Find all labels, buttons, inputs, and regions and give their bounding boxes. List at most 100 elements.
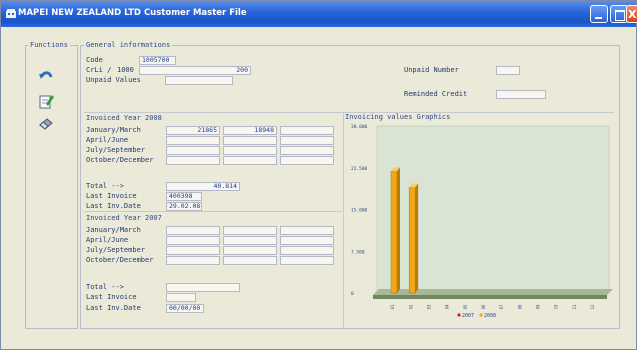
app-icon xyxy=(6,9,16,18)
y2008-total-label: Total --> xyxy=(86,182,124,190)
y2008-q1-col1[interactable]: 21865 xyxy=(166,126,220,135)
x-tick-label: 05 xyxy=(463,304,468,309)
y2008-last-date-field[interactable]: 29.02.08 xyxy=(166,202,202,211)
y2008-q4-label: October/December xyxy=(86,156,154,164)
y2008-q2-label: April/June xyxy=(86,136,129,144)
y2008-q1-label: January/March xyxy=(86,126,141,134)
close-icon: X xyxy=(628,8,637,21)
x-tick-label: 12 xyxy=(590,304,595,309)
functions-legend: Functions xyxy=(28,41,70,49)
legend-label-2008: 2008 xyxy=(484,313,496,319)
year-2008-legend: Invoiced Year 2008 xyxy=(86,114,162,122)
y2007-q4-label: October/December xyxy=(86,256,154,264)
y2008-q3-col3[interactable] xyxy=(280,146,334,155)
y2007-q1-col1[interactable] xyxy=(166,226,220,235)
undo-icon[interactable] xyxy=(38,68,54,84)
y2008-q3-col1[interactable] xyxy=(166,146,220,155)
y-tick-label: 22.500 xyxy=(351,166,368,172)
y2007-q1-label: January/March xyxy=(86,226,141,234)
bar-2008-02 xyxy=(408,187,416,294)
y2007-last-date-field[interactable]: 00/00/00 xyxy=(166,304,204,313)
y2007-last-invoice-field[interactable] xyxy=(166,293,196,302)
y2007-last-date-label: Last Inv.Date xyxy=(86,304,141,312)
year-2007-legend: Invoiced Year 2007 xyxy=(86,214,162,222)
y-tick-label: 7.500 xyxy=(351,249,365,255)
legend-marker-2008 xyxy=(479,313,483,317)
y2007-q1-col3[interactable] xyxy=(280,226,334,235)
code-field[interactable]: 1005700 xyxy=(139,56,176,65)
x-tick-label: 06 xyxy=(481,304,486,309)
crli-label: CrLi / xyxy=(86,66,112,74)
year-divider xyxy=(84,211,342,212)
y2007-q2-col2[interactable] xyxy=(223,236,277,245)
y2008-last-invoice-label: Last Invoice xyxy=(86,192,137,200)
bar-side-2008-02 xyxy=(415,183,419,293)
y2008-last-invoice-field[interactable]: 400398 xyxy=(166,192,202,201)
bar-2008-01 xyxy=(390,171,398,294)
crli-field[interactable]: 200 xyxy=(139,66,251,75)
y2008-q1-col2[interactable]: 18948 xyxy=(223,126,277,135)
x-tick-label: 07 xyxy=(499,304,504,309)
y2007-q4-col3[interactable] xyxy=(280,256,334,265)
minimize-button[interactable] xyxy=(590,5,608,23)
chart-canvas: 30.000 22.500 15.000 7.500 0 01 02 03 04 05 06 07 08… xyxy=(351,124,613,319)
x-tick-label: 10 xyxy=(554,304,559,309)
y-tick-label: 0 xyxy=(351,291,354,297)
unpaid-values-field[interactable] xyxy=(165,76,233,85)
x-tick-label: 03 xyxy=(426,304,431,309)
x-tick-label: 11 xyxy=(572,304,577,309)
y2008-q3-label: July/September xyxy=(86,146,146,154)
y2007-q2-col1[interactable] xyxy=(166,236,220,245)
y2007-q3-label: July/September xyxy=(86,246,146,254)
invoicing-chart: Invoicing values Graphics 30.000 22.500 15… xyxy=(345,113,617,327)
y2008-q4-col3[interactable] xyxy=(280,156,334,165)
bar-side-2008-01 xyxy=(397,167,400,293)
y2007-q3-col1[interactable] xyxy=(166,246,220,255)
reminded-credit-label: Reminded Credit xyxy=(404,90,468,98)
x-tick-label: 09 xyxy=(535,304,540,309)
y2007-total-label: Total --> xyxy=(86,283,124,291)
title-bar[interactable]: MAPEI NEW ZEALAND LTD Customer Master Fi… xyxy=(1,1,637,27)
x-tick-label: 04 xyxy=(445,304,450,309)
y2007-total-field[interactable] xyxy=(166,283,240,292)
y2008-total-field[interactable]: 40.814 xyxy=(166,182,240,191)
customer-info-panel: General informations Code 1005700 CrLi /… xyxy=(80,41,620,329)
edit-icon[interactable] xyxy=(38,93,54,109)
y2008-q1-col3[interactable] xyxy=(280,126,334,135)
y2007-q4-col1[interactable] xyxy=(166,256,220,265)
unpaid-values-label: Unpaid Values xyxy=(86,76,141,84)
unpaid-number-field[interactable] xyxy=(496,66,520,75)
eraser-icon[interactable] xyxy=(38,115,54,131)
y2008-q2-col2[interactable] xyxy=(223,136,277,145)
y2008-q4-col2[interactable] xyxy=(223,156,277,165)
crli-value-1: 1000 xyxy=(117,66,134,74)
y2007-last-invoice-label: Last Invoice xyxy=(86,293,137,301)
chart-floor-front xyxy=(373,295,607,299)
customer-master-window: MAPEI NEW ZEALAND LTD Customer Master Fi… xyxy=(0,0,637,350)
y2007-q2-col3[interactable] xyxy=(280,236,334,245)
general-info-legend: General informations xyxy=(84,41,173,49)
y2008-q4-col1[interactable] xyxy=(166,156,220,165)
column-divider xyxy=(343,112,344,328)
y-tick-label: 15.000 xyxy=(351,208,368,214)
x-tick-label: 02 xyxy=(408,304,413,309)
y2008-q3-col2[interactable] xyxy=(223,146,277,155)
window-title: MAPEI NEW ZEALAND LTD Customer Master Fi… xyxy=(18,8,247,18)
x-tick-label: 01 xyxy=(390,304,395,309)
y2007-q4-col2[interactable] xyxy=(223,256,277,265)
y2007-q3-col3[interactable] xyxy=(280,246,334,255)
y2007-q2-label: April/June xyxy=(86,236,129,244)
unpaid-number-label: Unpaid Number xyxy=(404,66,459,74)
functions-panel: Functions xyxy=(25,41,78,329)
y2007-q3-col2[interactable] xyxy=(223,246,277,255)
legend-marker-2007 xyxy=(457,313,461,317)
legend-label-2007: 2007 xyxy=(462,313,474,319)
y2008-last-date-label: Last Inv.Date xyxy=(86,202,141,210)
y2008-q2-col1[interactable] xyxy=(166,136,220,145)
y2008-q2-col3[interactable] xyxy=(280,136,334,145)
code-label: Code xyxy=(86,56,103,64)
close-button[interactable]: X xyxy=(626,5,637,23)
y2007-q1-col2[interactable] xyxy=(223,226,277,235)
y-tick-label: 30.000 xyxy=(351,124,368,130)
reminded-credit-field[interactable] xyxy=(496,90,546,99)
